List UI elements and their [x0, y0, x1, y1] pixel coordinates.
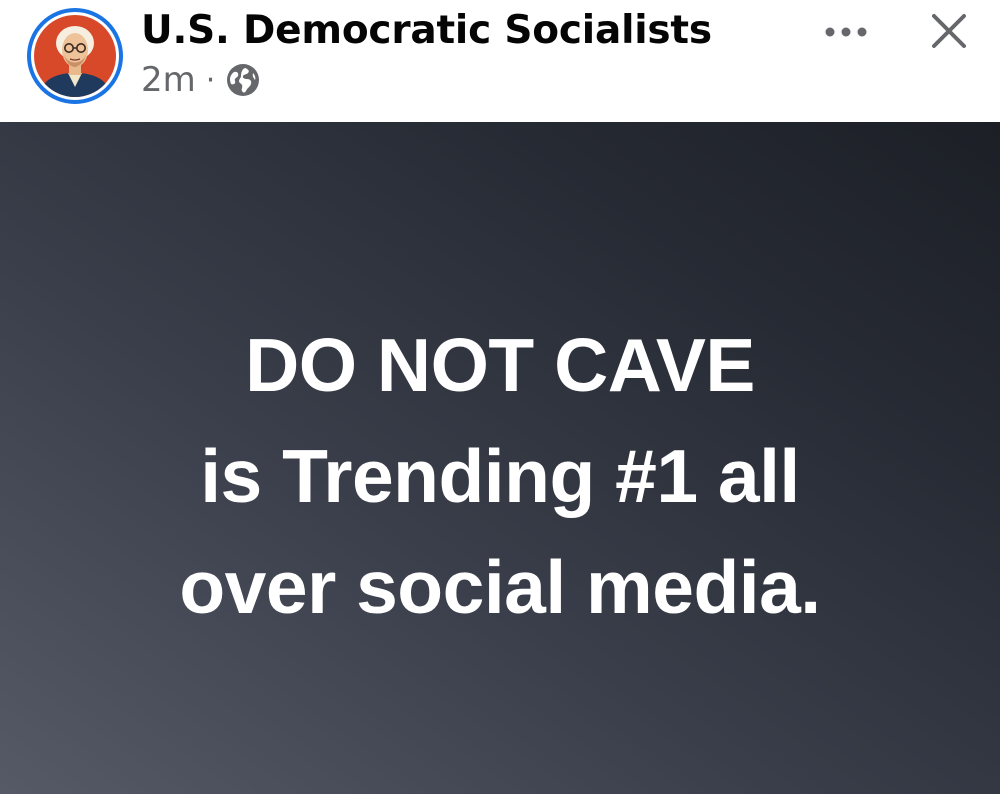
- post-timestamp[interactable]: 2m: [141, 60, 196, 100]
- avatar-portrait-image: [34, 15, 116, 97]
- post-text-background: DO NOT CAVE is Trending #1 all over soci…: [0, 122, 1000, 794]
- post-meta: 2m ·: [141, 58, 261, 102]
- close-icon: [932, 14, 966, 48]
- page-name-link[interactable]: U.S. Democratic Socialists: [141, 4, 712, 58]
- meta-separator: ·: [205, 62, 216, 98]
- more-options-icon: [825, 27, 867, 37]
- post-card: U.S. Democratic Socialists 2m · DO NOT C…: [0, 0, 1000, 794]
- post-header: U.S. Democratic Socialists 2m ·: [0, 0, 1000, 122]
- more-options-button[interactable]: [820, 14, 872, 50]
- post-message-line-1: DO NOT CAVE: [245, 323, 755, 407]
- close-button[interactable]: [926, 8, 972, 54]
- globe-icon: [225, 62, 261, 98]
- post-message-line-2: is Trending #1 all: [200, 434, 800, 518]
- page-avatar[interactable]: [27, 8, 123, 104]
- post-message: DO NOT CAVE is Trending #1 all over soci…: [0, 310, 1000, 643]
- post-message-line-3: over social media.: [179, 545, 821, 629]
